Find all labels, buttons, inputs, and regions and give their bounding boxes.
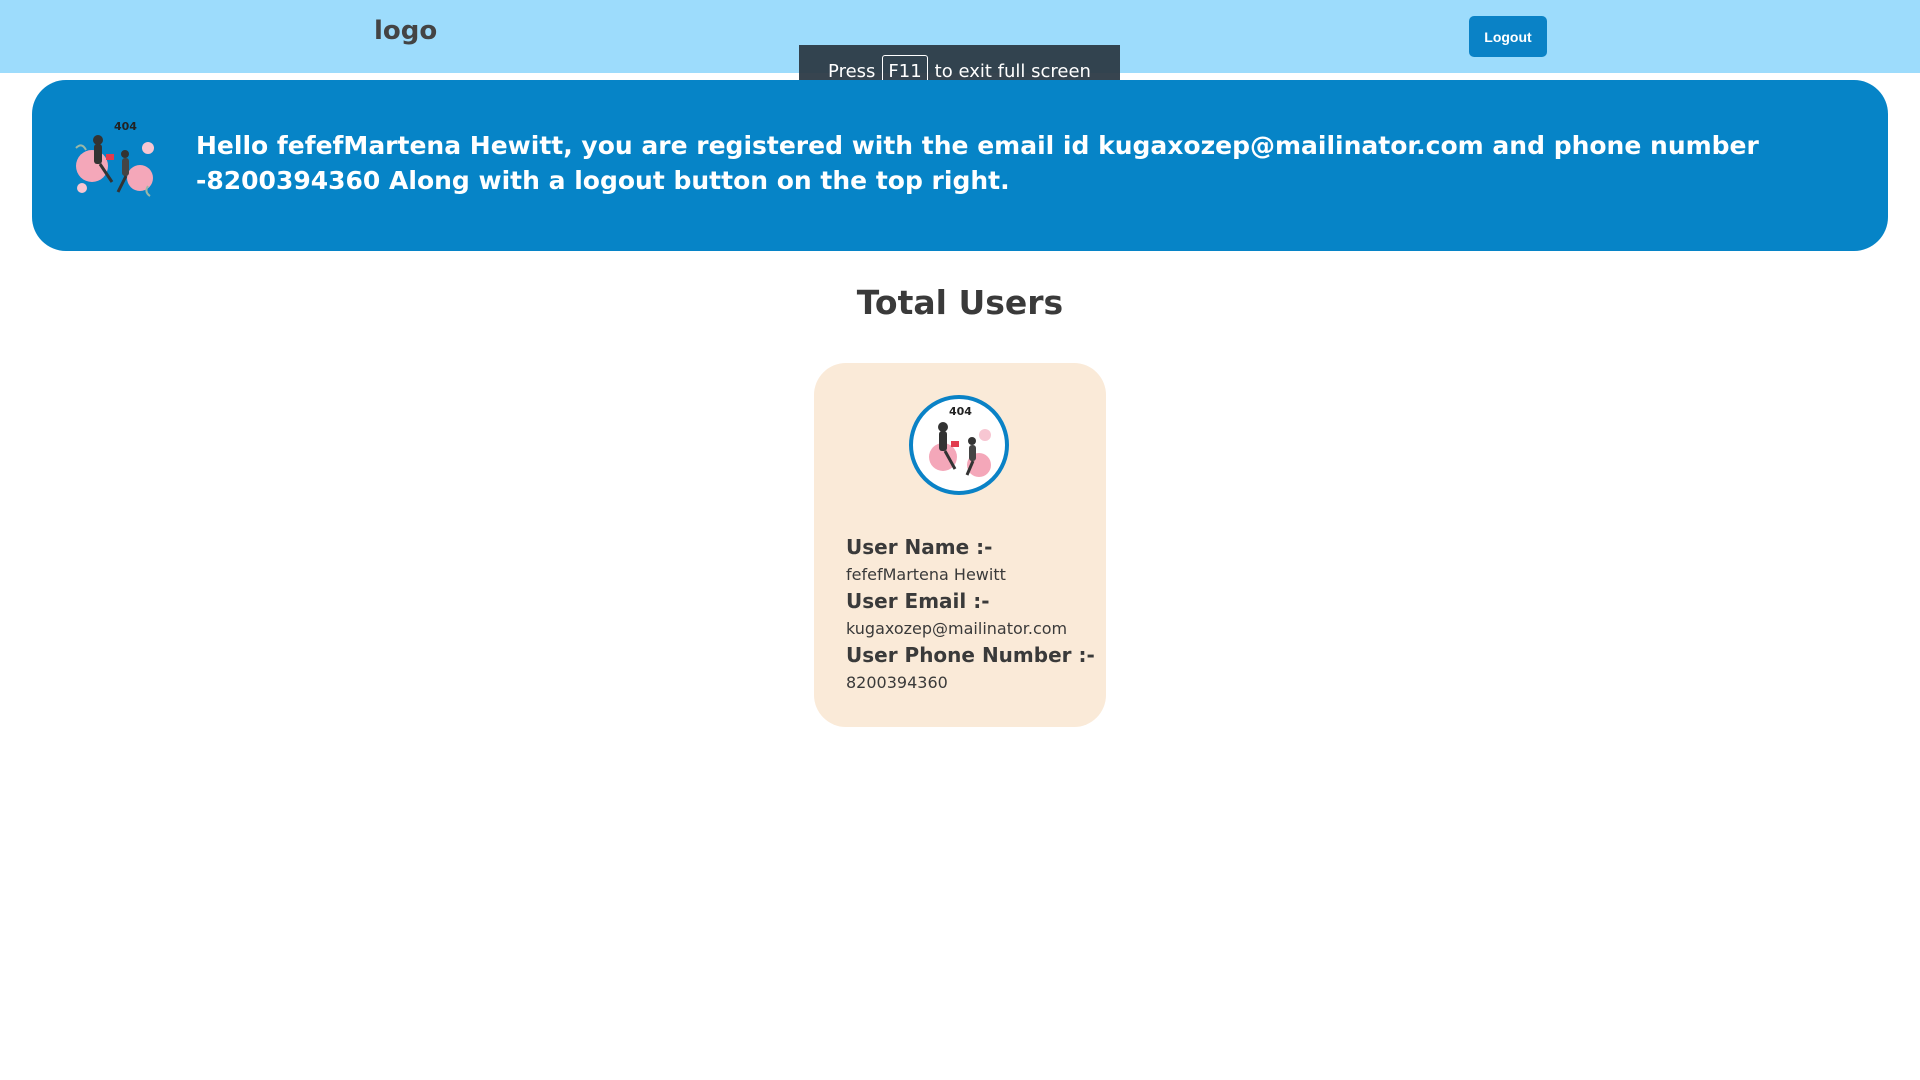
- section-title: Total Users: [856, 283, 1064, 322]
- svg-text:404: 404: [949, 405, 972, 418]
- 404-illustration-icon: 404: [70, 118, 160, 204]
- user-name-label: User Name :-: [846, 535, 993, 559]
- fullscreen-notice-suffix: to exit full screen: [934, 60, 1091, 82]
- user-email-value: kugaxozep@mailinator.com: [846, 619, 1068, 638]
- user-phone-value: 8200394360: [846, 673, 948, 692]
- user-name-value: fefefMartena Hewitt: [846, 565, 1006, 584]
- user-phone-label: User Phone Number :-: [846, 643, 1095, 667]
- logo[interactable]: logo: [374, 16, 437, 46]
- user-email-label: User Email :-: [846, 589, 990, 613]
- logout-button[interactable]: Logout: [1469, 16, 1547, 57]
- svg-text:404: 404: [114, 120, 137, 133]
- 404-illustration-icon: 404: [929, 405, 991, 477]
- user-avatar: 404: [909, 395, 1009, 495]
- welcome-message: Hello fefefMartena Hewitt, you are regis…: [196, 131, 1759, 195]
- fullscreen-notice-prefix: Press: [828, 60, 876, 82]
